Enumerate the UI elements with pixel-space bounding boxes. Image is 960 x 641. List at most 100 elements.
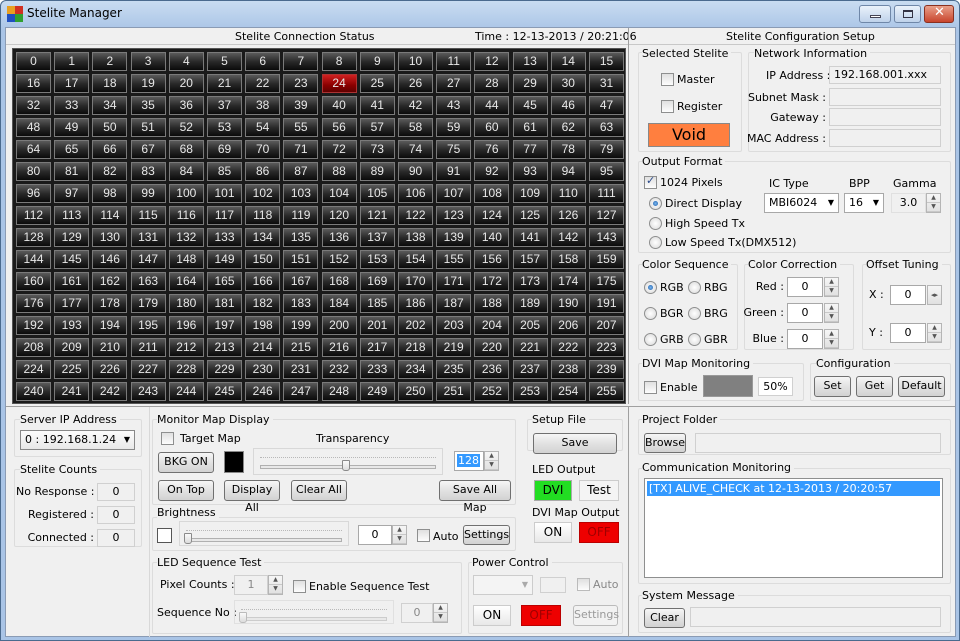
stelite-cell[interactable]: 34 <box>92 96 128 115</box>
subnet-mask-field[interactable] <box>829 88 941 106</box>
stelite-cell[interactable]: 7 <box>283 52 319 71</box>
stelite-cell[interactable]: 25 <box>359 74 395 93</box>
green-spinner[interactable]: ▲ ▼ <box>824 303 839 323</box>
spin-down-icon[interactable]: ▼ <box>927 203 940 212</box>
stelite-cell[interactable]: 175 <box>589 272 624 291</box>
stelite-cell[interactable]: 93 <box>512 162 548 181</box>
stelite-cell[interactable]: 114 <box>92 206 128 225</box>
rbg-radio[interactable] <box>688 281 701 294</box>
stelite-cell[interactable]: 83 <box>130 162 166 181</box>
stelite-cell[interactable]: 111 <box>589 184 624 203</box>
master-checkbox[interactable] <box>661 73 674 86</box>
stelite-cell[interactable]: 123 <box>436 206 472 225</box>
stelite-cell[interactable]: 159 <box>589 250 624 269</box>
stelite-cell[interactable]: 226 <box>92 360 128 379</box>
stelite-cell[interactable]: 162 <box>92 272 128 291</box>
stelite-cell[interactable]: 198 <box>245 316 281 335</box>
stelite-cell[interactable]: 214 <box>245 338 281 357</box>
stelite-cell[interactable]: 85 <box>207 162 242 181</box>
stelite-cell[interactable]: 47 <box>589 96 624 115</box>
clear-message-button[interactable]: Clear <box>644 608 685 628</box>
stelite-cell[interactable]: 103 <box>283 184 319 203</box>
dvi-map-off-button[interactable]: OFF <box>579 522 619 543</box>
stelite-cell[interactable]: 205 <box>512 316 548 335</box>
spin-down-icon[interactable]: ▼ <box>825 313 838 322</box>
stelite-cell[interactable]: 92 <box>474 162 510 181</box>
sequence-no-spinner[interactable]: ▲ ▼ <box>433 603 448 623</box>
stelite-cell[interactable]: 221 <box>512 338 548 357</box>
stelite-cell[interactable]: 169 <box>359 272 395 291</box>
stelite-cell[interactable]: 62 <box>550 118 586 137</box>
stelite-cell[interactable]: 215 <box>283 338 319 357</box>
display-all-button[interactable]: Display All <box>224 480 280 514</box>
stelite-cell[interactable]: 110 <box>550 184 586 203</box>
stelite-cell[interactable]: 183 <box>283 294 319 313</box>
spin-down-icon[interactable]: ▼ <box>485 461 498 470</box>
stelite-cell[interactable]: 122 <box>398 206 433 225</box>
stelite-cell[interactable]: 59 <box>436 118 472 137</box>
stelite-cell[interactable]: 75 <box>436 140 472 159</box>
stelite-cell[interactable]: 247 <box>283 382 319 401</box>
stelite-cell[interactable]: 166 <box>245 272 281 291</box>
stelite-cell[interactable]: 180 <box>168 294 204 313</box>
get-button[interactable]: Get <box>856 376 893 397</box>
stelite-cell[interactable]: 26 <box>398 74 433 93</box>
stelite-cell[interactable]: 31 <box>589 74 624 93</box>
power-settings-button[interactable]: Settings <box>573 605 619 626</box>
stelite-cell[interactable]: 6 <box>245 52 281 71</box>
set-button[interactable]: Set <box>814 376 851 397</box>
stelite-cell[interactable]: 245 <box>207 382 242 401</box>
stelite-cell[interactable]: 12 <box>474 52 510 71</box>
spin-down-icon[interactable]: ▼ <box>269 585 282 594</box>
stelite-cell[interactable]: 249 <box>359 382 395 401</box>
stelite-cell[interactable]: 210 <box>92 338 128 357</box>
stelite-cell[interactable]: 136 <box>321 228 357 247</box>
bgr-radio[interactable] <box>644 307 657 320</box>
spin-up-icon[interactable]: ▲ <box>393 526 406 535</box>
spin-down-icon[interactable]: ▼ <box>434 613 447 622</box>
stelite-cell[interactable]: 112 <box>16 206 51 225</box>
stelite-cell[interactable]: 0 <box>16 52 51 71</box>
stelite-cell[interactable]: 35 <box>130 96 166 115</box>
stelite-cell[interactable]: 131 <box>130 228 166 247</box>
stelite-cell[interactable]: 44 <box>474 96 510 115</box>
stelite-cell[interactable]: 177 <box>54 294 90 313</box>
stelite-cell[interactable]: 54 <box>245 118 281 137</box>
stelite-cell[interactable]: 63 <box>589 118 624 137</box>
stelite-cell[interactable]: 43 <box>436 96 472 115</box>
dvi-monitor-color-swatch[interactable] <box>703 375 753 397</box>
stelite-cell[interactable]: 19 <box>130 74 166 93</box>
stelite-cell[interactable]: 148 <box>168 250 204 269</box>
stelite-cell[interactable]: 176 <box>16 294 51 313</box>
stelite-cell[interactable]: 244 <box>168 382 204 401</box>
stelite-cell[interactable]: 228 <box>168 360 204 379</box>
stelite-cell[interactable]: 39 <box>283 96 319 115</box>
stelite-cell[interactable]: 87 <box>283 162 319 181</box>
target-map-checkbox[interactable] <box>161 432 174 445</box>
stelite-cell[interactable]: 217 <box>359 338 395 357</box>
stelite-cell[interactable]: 100 <box>168 184 204 203</box>
spin-up-icon[interactable]: ▲ <box>485 452 498 461</box>
stelite-cell[interactable]: 146 <box>92 250 128 269</box>
stelite-cell[interactable]: 46 <box>550 96 586 115</box>
stelite-cell[interactable]: 154 <box>398 250 433 269</box>
stelite-cell[interactable]: 241 <box>54 382 90 401</box>
stelite-cell[interactable]: 30 <box>550 74 586 93</box>
stelite-cell[interactable]: 119 <box>283 206 319 225</box>
green-field[interactable]: 0 <box>787 303 823 323</box>
stelite-cell[interactable]: 1 <box>54 52 90 71</box>
stelite-cell[interactable]: 209 <box>54 338 90 357</box>
stelite-cell[interactable]: 115 <box>130 206 166 225</box>
stelite-cell[interactable]: 66 <box>92 140 128 159</box>
stelite-cell[interactable]: 179 <box>130 294 166 313</box>
stelite-cell[interactable]: 32 <box>16 96 51 115</box>
stelite-cell[interactable]: 128 <box>16 228 51 247</box>
stelite-cell[interactable]: 188 <box>474 294 510 313</box>
stelite-cell[interactable]: 68 <box>168 140 204 159</box>
stelite-cell[interactable]: 246 <box>245 382 281 401</box>
stelite-cell[interactable]: 3 <box>130 52 166 71</box>
stelite-cell[interactable]: 182 <box>245 294 281 313</box>
stelite-cell[interactable]: 220 <box>474 338 510 357</box>
1024-pixels-checkbox[interactable] <box>644 174 657 189</box>
stelite-cell[interactable]: 222 <box>550 338 586 357</box>
